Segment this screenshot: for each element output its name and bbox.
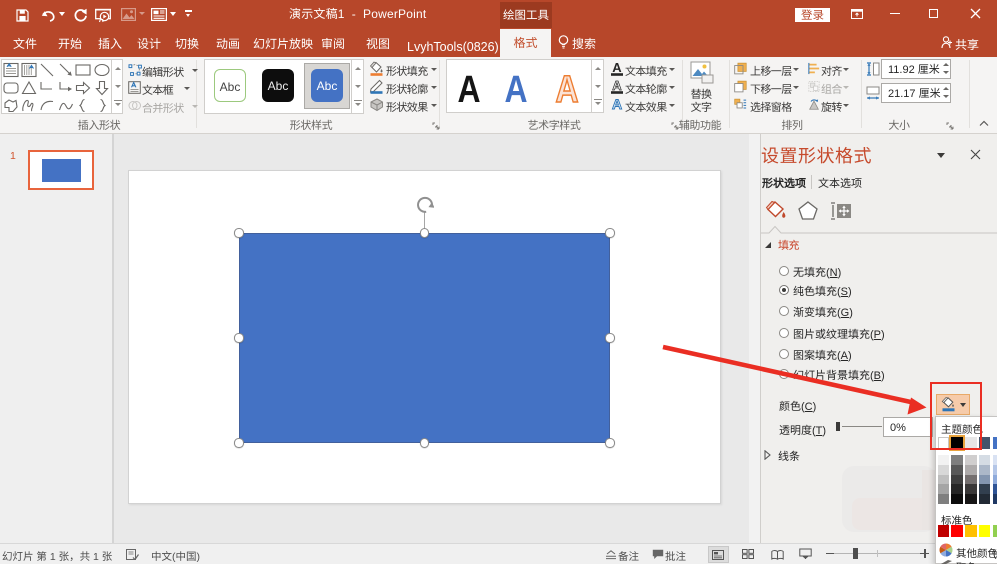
svg-text:A: A — [612, 97, 622, 112]
svg-text:A: A — [612, 61, 622, 75]
svg-text:A: A — [612, 79, 622, 93]
